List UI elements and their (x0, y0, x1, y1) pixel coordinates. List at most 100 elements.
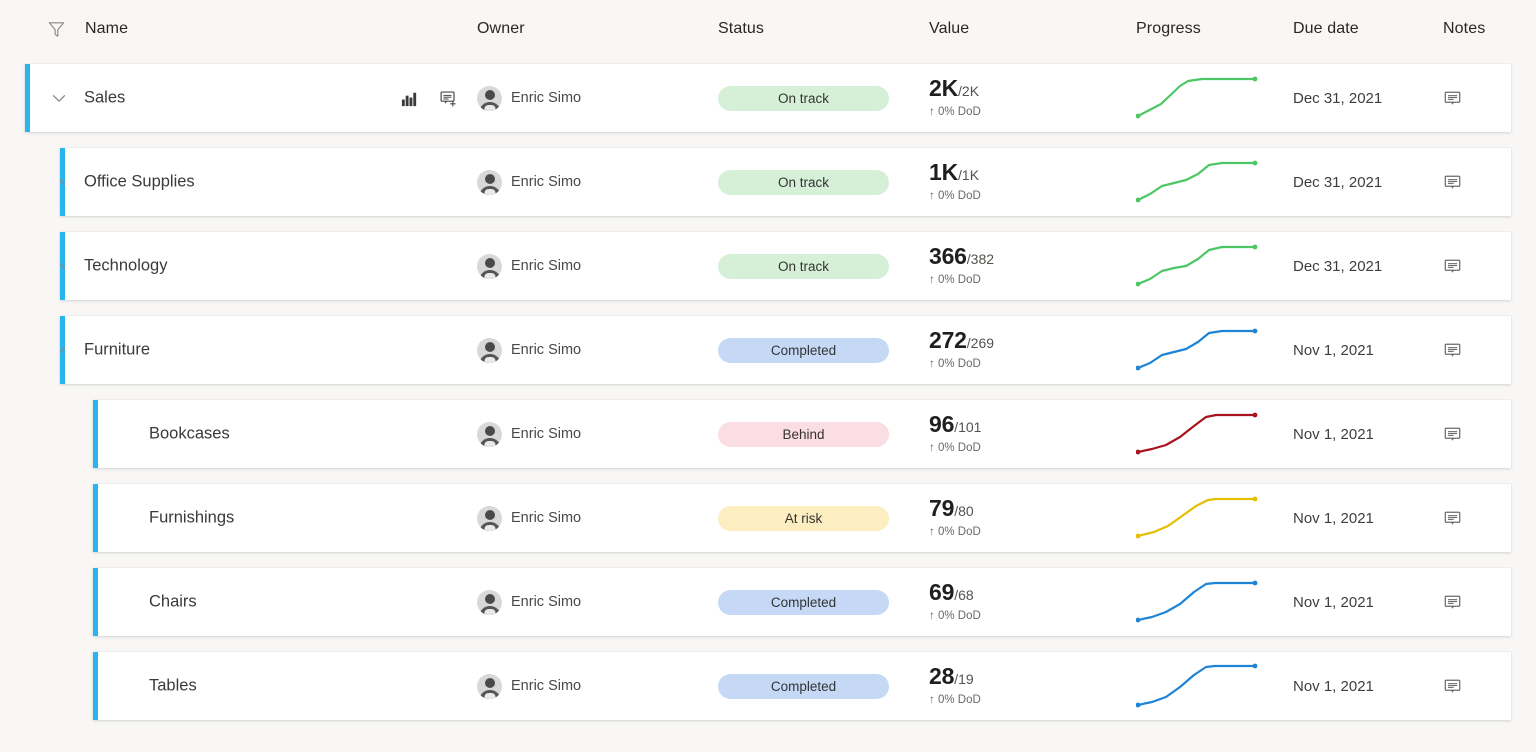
note-icon[interactable] (1443, 593, 1462, 612)
status-cell[interactable]: Completed (718, 652, 889, 720)
due-date-cell[interactable]: Nov 1, 2021 (1293, 484, 1374, 552)
owner-cell[interactable]: Enric Simo (477, 316, 581, 384)
notes-cell[interactable] (1443, 400, 1462, 468)
status-cell[interactable]: Completed (718, 568, 889, 636)
status-badge[interactable]: On track (718, 253, 889, 279)
notes-cell[interactable] (1443, 64, 1462, 132)
value-current: 2K (929, 75, 959, 102)
note-icon[interactable] (1443, 89, 1462, 108)
status-badge[interactable]: At risk (718, 505, 889, 531)
status-cell[interactable]: On track (718, 64, 889, 132)
table-row[interactable]: Bookcases Enric Simo Behind 96/101 ↑ 0% DoD N… (93, 400, 1511, 468)
status-cell[interactable]: Behind (718, 400, 889, 468)
row-name[interactable]: Chairs (149, 593, 197, 612)
add-comment-icon[interactable] (439, 89, 458, 108)
row-name[interactable]: Office Supplies (84, 173, 195, 192)
bar-chart-icon[interactable] (400, 89, 419, 108)
progress-sparkline (1136, 412, 1258, 455)
value-target: /2K (958, 83, 980, 100)
column-header-status[interactable]: Status (718, 20, 764, 38)
value-current: 272 (929, 327, 967, 354)
row-name[interactable]: Furnishings (149, 509, 234, 528)
value-delta: ↑ 0% DoD (929, 190, 981, 203)
scorecard-table: Name Owner Status Value Progress Due date Note… (0, 0, 1536, 752)
value-target: /382 (966, 251, 995, 268)
chevron-down-icon[interactable] (48, 87, 70, 109)
owner-cell[interactable]: Enric Simo (477, 652, 581, 720)
table-row[interactable]: Furnishings Enric Simo At risk 79/80 ↑ 0% Do… (93, 484, 1511, 552)
owner-cell[interactable]: Enric Simo (477, 484, 581, 552)
chevron-down-icon[interactable] (60, 339, 70, 361)
progress-cell (1136, 484, 1258, 552)
column-header-value[interactable]: Value (929, 20, 969, 38)
notes-cell[interactable] (1443, 316, 1462, 384)
note-icon[interactable] (1443, 173, 1462, 192)
avatar (477, 673, 502, 699)
row-name[interactable]: Bookcases (149, 425, 230, 444)
chevron-up-icon[interactable] (60, 171, 70, 193)
column-header-name[interactable]: Name (85, 20, 128, 38)
table-row[interactable]: Office Supplies Enric Simo On track 1K/1K ↑ … (60, 148, 1511, 216)
due-date-cell[interactable]: Dec 31, 2021 (1293, 64, 1382, 132)
progress-sparkline (1136, 663, 1258, 708)
progress-cell (1136, 652, 1258, 720)
due-date-cell[interactable]: Nov 1, 2021 (1293, 400, 1374, 468)
row-name[interactable]: Tables (149, 677, 197, 696)
owner-cell[interactable]: Enric Simo (477, 232, 581, 300)
due-date-cell[interactable]: Nov 1, 2021 (1293, 316, 1374, 384)
status-cell[interactable]: At risk (718, 484, 889, 552)
status-cell[interactable]: On track (718, 232, 889, 300)
status-badge[interactable]: On track (718, 169, 889, 195)
notes-cell[interactable] (1443, 232, 1462, 300)
due-date-value: Nov 1, 2021 (1293, 677, 1374, 695)
note-icon[interactable] (1443, 341, 1462, 360)
status-badge[interactable]: Completed (718, 673, 889, 699)
status-badge[interactable]: Completed (718, 337, 889, 363)
notes-cell[interactable] (1443, 568, 1462, 636)
value-delta: ↑ 0% DoD (929, 694, 981, 707)
note-icon[interactable] (1443, 509, 1462, 528)
status-cell[interactable]: Completed (718, 316, 889, 384)
row-name[interactable]: Technology (84, 257, 167, 276)
status-badge[interactable]: Behind (718, 421, 889, 447)
owner-cell[interactable]: Enric Simo (477, 400, 581, 468)
note-icon[interactable] (1443, 425, 1462, 444)
owner-name: Enric Simo (511, 594, 582, 610)
row-name[interactable]: Sales (84, 89, 125, 108)
status-badge[interactable]: On track (718, 85, 889, 111)
progress-cell (1136, 232, 1258, 300)
due-date-cell[interactable]: Dec 31, 2021 (1293, 148, 1382, 216)
column-header-notes[interactable]: Notes (1443, 20, 1485, 38)
status-cell[interactable]: On track (718, 148, 889, 216)
due-date-cell[interactable]: Nov 1, 2021 (1293, 568, 1374, 636)
table-row[interactable]: Chairs Enric Simo Completed 69/68 ↑ 0% DoD No… (93, 568, 1511, 636)
owner-cell[interactable]: Enric Simo (477, 64, 581, 132)
owner-cell[interactable]: Enric Simo (477, 148, 581, 216)
due-date-value: Nov 1, 2021 (1293, 593, 1374, 611)
status-badge[interactable]: Completed (718, 589, 889, 615)
notes-cell[interactable] (1443, 652, 1462, 720)
table-row[interactable]: Technology Enric Simo On track 366/382 ↑ 0% … (60, 232, 1511, 300)
notes-cell[interactable] (1443, 484, 1462, 552)
due-date-cell[interactable]: Nov 1, 2021 (1293, 652, 1374, 720)
column-header-progress[interactable]: Progress (1136, 20, 1201, 38)
value-delta: ↑ 0% DoD (929, 526, 981, 539)
note-icon[interactable] (1443, 257, 1462, 276)
row-name[interactable]: Furniture (84, 341, 150, 360)
value-cell: 79/80 ↑ 0% DoD (929, 484, 981, 552)
table-row[interactable]: Tables Enric Simo Completed 28/19 ↑ 0% DoD No… (93, 652, 1511, 720)
value-current: 79 (929, 495, 955, 522)
table-row[interactable]: Furniture Enric Simo Completed 272/269 ↑ 0% … (60, 316, 1511, 384)
filter-funnel-icon[interactable] (47, 20, 66, 39)
value-target: /80 (954, 503, 974, 520)
note-icon[interactable] (1443, 677, 1462, 696)
owner-cell[interactable]: Enric Simo (477, 568, 581, 636)
table-row[interactable]: Sales Enric Simo On track 2K/2K ↑ 0% DoD Dec … (25, 64, 1511, 132)
due-date-value: Dec 31, 2021 (1293, 173, 1383, 191)
due-date-cell[interactable]: Dec 31, 2021 (1293, 232, 1382, 300)
notes-cell[interactable] (1443, 148, 1462, 216)
column-header-due_date[interactable]: Due date (1293, 20, 1359, 38)
chevron-up-icon[interactable] (60, 255, 70, 277)
value-delta: ↑ 0% DoD (929, 106, 981, 119)
column-header-owner[interactable]: Owner (477, 20, 525, 38)
